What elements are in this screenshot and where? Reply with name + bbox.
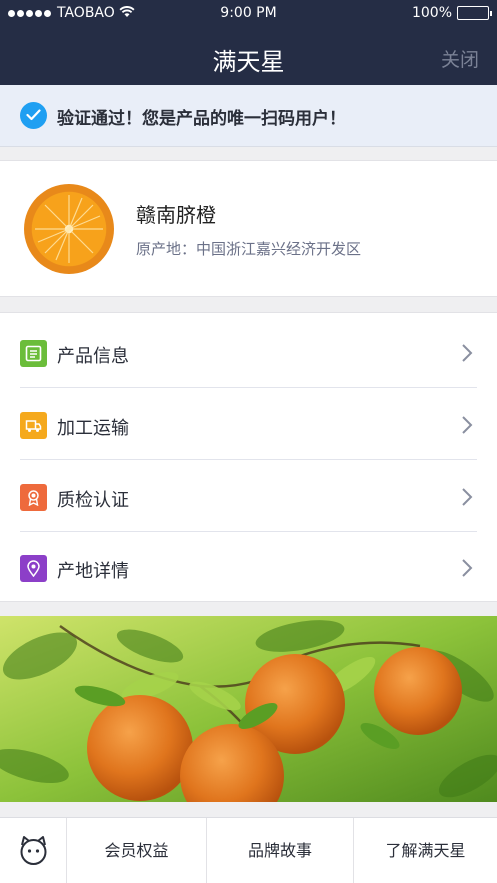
- truck-icon: [20, 412, 47, 439]
- page-title: 满天星: [212, 48, 285, 76]
- battery-percent: 100%: [411, 5, 452, 21]
- chevron-right-icon: [462, 488, 473, 506]
- bottom-tab-bar: 会员权益 品牌故事 了解满天星: [0, 817, 497, 883]
- location-pin-icon: [20, 555, 47, 582]
- chevron-right-icon: [462, 416, 473, 434]
- menu-item-label: 质检认证: [57, 490, 129, 511]
- product-origin: 原产地：中国浙江嘉兴经济开发区: [136, 240, 362, 258]
- menu-item-origin-details[interactable]: 产地详情: [0, 531, 497, 603]
- product-info-icon: [20, 340, 47, 367]
- menu-item-label: 加工运输: [57, 418, 129, 439]
- menu-item-processing-transport[interactable]: 加工运输: [0, 388, 497, 460]
- battery-icon: [457, 6, 492, 20]
- menu-item-quality-certification[interactable]: 质检认证: [0, 460, 497, 532]
- product-name: 赣南脐橙: [136, 203, 216, 227]
- chevron-right-icon: [462, 559, 473, 577]
- brand-logo-icon[interactable]: [0, 818, 67, 883]
- tab-member-benefits[interactable]: 会员权益: [67, 818, 207, 883]
- menu-list: 产品信息 加工运输 质检认证 产地详情: [0, 312, 497, 602]
- menu-item-product-info[interactable]: 产品信息: [0, 316, 497, 388]
- product-card: [0, 160, 497, 297]
- menu-item-label: 产品信息: [57, 346, 129, 367]
- product-image: [24, 184, 114, 274]
- award-icon: [20, 484, 47, 511]
- orange-tree-photo: [0, 616, 497, 802]
- check-circle-icon: [20, 102, 47, 129]
- menu-item-label: 产地详情: [57, 561, 129, 582]
- status-bar: TAOBAO 9:00 PM 100%: [0, 0, 497, 28]
- verification-banner: 验证通过！您是产品的唯一扫码用户！: [0, 85, 497, 147]
- battery-status: 100%: [411, 5, 492, 21]
- verification-message: 验证通过！您是产品的唯一扫码用户！: [57, 109, 346, 129]
- close-button[interactable]: 关闭: [441, 45, 479, 72]
- tab-brand-story[interactable]: 品牌故事: [207, 818, 354, 883]
- chevron-right-icon: [462, 344, 473, 362]
- tab-about-brand[interactable]: 了解满天星: [354, 818, 497, 883]
- nav-bar: 满天星 关闭: [0, 28, 497, 85]
